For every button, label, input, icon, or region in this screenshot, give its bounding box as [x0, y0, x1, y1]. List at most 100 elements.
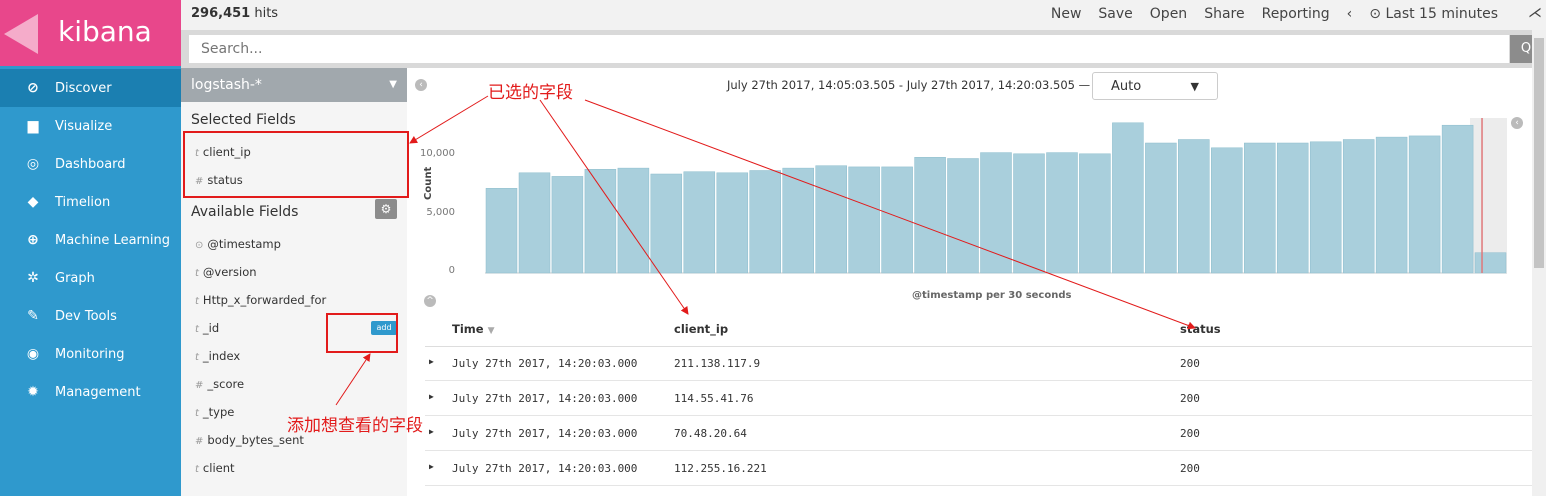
search-input[interactable] [189, 35, 1509, 63]
expand-row-icon[interactable]: ▶ [429, 357, 434, 366]
table-row[interactable]: ▶ July 27th 2017, 14:20:03.000 211.138.117… [425, 346, 1535, 381]
gear-icon: ✹ [27, 384, 39, 400]
cell-client-ip: 70.48.20.64 [674, 427, 747, 440]
histogram-bar[interactable] [716, 172, 749, 274]
cell-status: 200 [1180, 392, 1200, 405]
histogram-bar[interactable] [1178, 139, 1210, 274]
column-header-time[interactable]: Time ▼ [452, 322, 495, 336]
histogram-bar[interactable] [1309, 141, 1342, 274]
histogram-bar[interactable] [815, 165, 847, 274]
sidebar-item-label: Management [55, 384, 141, 400]
histogram-bar[interactable] [1474, 252, 1507, 274]
histogram-bar[interactable] [749, 170, 781, 274]
column-header-status[interactable]: status [1180, 322, 1221, 336]
histogram-chart[interactable] [407, 68, 1546, 288]
histogram-bar[interactable] [914, 157, 946, 274]
bar-chart-icon: ▆ [27, 118, 39, 134]
histogram-bar[interactable] [881, 166, 913, 274]
histogram-bar[interactable] [485, 188, 518, 274]
available-fields-header: Available Fields ⚙ [181, 194, 407, 230]
sidebar-item-machine-learning[interactable]: ⊕ Machine Learning [0, 221, 181, 259]
field-item-http-x-forwarded-for[interactable]: t Http_x_forwarded_for [181, 286, 407, 314]
field-type-icon: t [195, 464, 199, 475]
new-button[interactable]: New [1051, 6, 1082, 22]
sidebar-item-label: Monitoring [55, 346, 125, 362]
column-header-client-ip[interactable]: client_ip [674, 322, 728, 336]
table-row[interactable]: ▶ July 27th 2017, 14:20:03.000 112.255.16.… [425, 451, 1535, 486]
nav-menu: ⊘ Discover ▆ Visualize ◎ Dashboard ◆ Timelion ⊕ M… [0, 69, 181, 411]
histogram-bar[interactable] [650, 173, 683, 274]
histogram-bar[interactable] [1112, 122, 1144, 274]
save-button[interactable]: Save [1098, 6, 1132, 22]
histogram-bar[interactable] [1145, 142, 1177, 274]
toggle-chart-icon[interactable]: ^ [424, 295, 436, 307]
sidebar-item-graph[interactable]: ✲ Graph [0, 259, 181, 297]
index-pattern-select[interactable]: logstash-* ▼ [181, 68, 407, 102]
expand-row-icon[interactable]: ▶ [429, 427, 434, 436]
field-name: @timestamp [207, 237, 281, 251]
share-button[interactable]: Share [1204, 6, 1244, 22]
scrollbar[interactable] [1532, 30, 1546, 496]
time-prev-button[interactable]: ‹ [1347, 6, 1353, 22]
available-fields-title: Available Fields [191, 204, 299, 220]
histogram-bar[interactable] [617, 167, 650, 274]
scrollbar-thumb[interactable] [1534, 38, 1544, 268]
open-button[interactable]: Open [1150, 6, 1187, 22]
field-name: _type [202, 405, 235, 419]
histogram-bar[interactable] [1244, 142, 1276, 274]
table-row[interactable]: ▶ July 27th 2017, 14:20:03.000 114.55.41.7… [425, 381, 1535, 416]
time-picker-button[interactable]: ⊙ Last 15 minutes [1369, 6, 1498, 22]
cell-status: 200 [1180, 357, 1200, 370]
partial-bucket-region [1470, 118, 1507, 273]
field-item-score[interactable]: # _score [181, 370, 407, 398]
sidebar-item-timelion[interactable]: ◆ Timelion [0, 183, 181, 221]
annotation-selected-note: 已选的字段 [488, 83, 573, 103]
field-type-icon: # [195, 436, 204, 447]
expand-row-icon[interactable]: ▶ [429, 392, 434, 401]
field-item-client[interactable]: t client [181, 454, 407, 482]
table-row[interactable]: ▶ July 27th 2017, 14:20:03.000 70.48.20.64… [425, 416, 1535, 451]
collapse-icon[interactable]: ⋌ [1528, 5, 1542, 21]
sidebar-item-management[interactable]: ✹ Management [0, 373, 181, 411]
histogram-bar[interactable] [1046, 152, 1078, 274]
histogram-bar[interactable] [1211, 147, 1243, 274]
histogram-bar[interactable] [848, 166, 880, 274]
reporting-button[interactable]: Reporting [1262, 6, 1330, 22]
kibana-logo[interactable]: kibana [0, 0, 181, 66]
expand-row-icon[interactable]: ▶ [429, 462, 434, 471]
histogram-bar[interactable] [1013, 153, 1045, 274]
cell-client-ip: 114.55.41.76 [674, 392, 754, 405]
histogram-bar[interactable] [1276, 142, 1309, 274]
field-type-icon: t [195, 268, 199, 279]
available-fields-list: ⊙ @timestamp t @version t Http_x_forwarded_fo… [181, 230, 407, 482]
sidebar-item-label: Timelion [55, 194, 111, 210]
histogram-bar[interactable] [584, 169, 617, 274]
sidebar-item-label: Dashboard [55, 156, 126, 172]
histogram-bar[interactable] [1079, 153, 1111, 274]
sidebar-item-dev-tools[interactable]: ✎ Dev Tools [0, 297, 181, 335]
field-item-timestamp[interactable]: ⊙ @timestamp [181, 230, 407, 258]
annotation-box-add [326, 313, 398, 353]
machine-learning-icon: ⊕ [27, 232, 39, 248]
histogram-bar[interactable] [947, 158, 979, 274]
sidebar-item-label: Machine Learning [55, 232, 170, 248]
compass-icon: ⊘ [27, 80, 39, 96]
field-type-icon: # [195, 380, 204, 391]
field-settings-gear-icon[interactable]: ⚙ [375, 199, 397, 219]
histogram-bar[interactable] [1408, 135, 1441, 274]
sidebar-item-monitoring[interactable]: ◉ Monitoring [0, 335, 181, 373]
sidebar-item-visualize[interactable]: ▆ Visualize [0, 107, 181, 145]
histogram-bar[interactable] [1375, 136, 1408, 274]
hits-count: 296,451 hits [191, 6, 278, 21]
sidebar-item-discover[interactable]: ⊘ Discover [0, 69, 181, 107]
hits-number: 296,451 [191, 6, 251, 21]
histogram-bar[interactable] [980, 152, 1012, 274]
sidebar-item-dashboard[interactable]: ◎ Dashboard [0, 145, 181, 183]
histogram-bar[interactable] [782, 167, 814, 274]
histogram-bar[interactable] [1441, 124, 1474, 274]
histogram-bar[interactable] [683, 171, 716, 274]
histogram-bar[interactable] [518, 172, 551, 274]
field-item-version[interactable]: t @version [181, 258, 407, 286]
histogram-bar[interactable] [1342, 139, 1375, 274]
histogram-bar[interactable] [551, 176, 584, 274]
